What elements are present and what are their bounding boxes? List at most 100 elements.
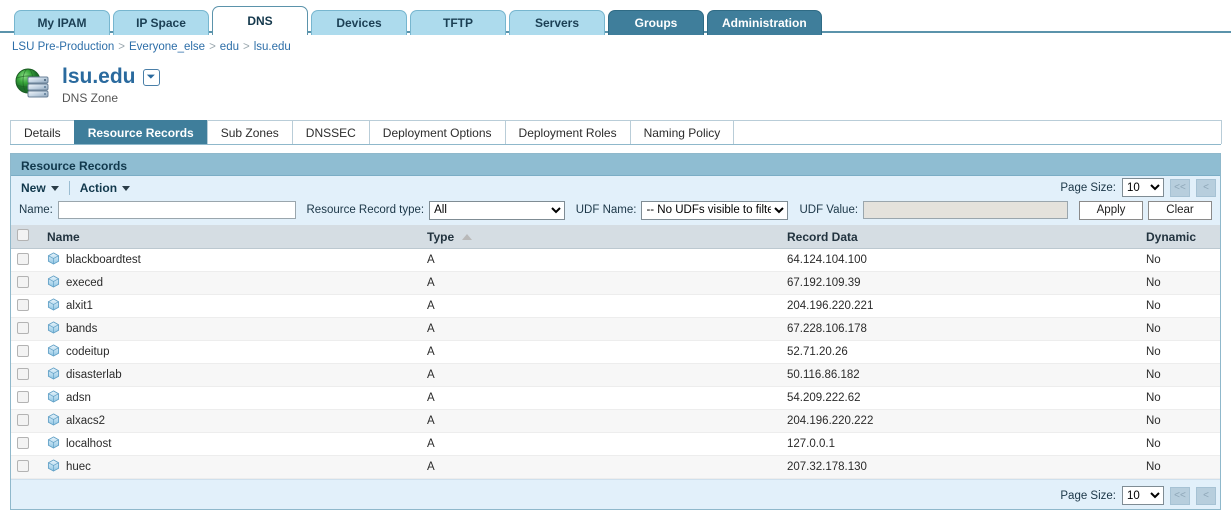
main-tab-tftp[interactable]: TFTP: [410, 10, 506, 35]
cell-name: alxacs2: [41, 409, 421, 433]
table-row[interactable]: execed A 67.192.109.39 No: [11, 271, 1220, 295]
main-tab-dns[interactable]: DNS: [212, 6, 308, 35]
udf-name-select[interactable]: -- No UDFs visible to filter: [641, 200, 789, 220]
cell-record-data: 204.196.220.222: [781, 409, 1140, 433]
sub-tab-deployment-roles[interactable]: Deployment Roles: [504, 120, 631, 144]
main-tab-my-ipam[interactable]: My IPAM: [14, 10, 110, 35]
record-name-label[interactable]: localhost: [66, 438, 111, 450]
sub-tab-details[interactable]: Details: [10, 120, 75, 144]
main-tab-bar: My IPAM IP Space DNS Devices TFTP Servers Grou…: [0, 0, 1231, 35]
record-name-label[interactable]: codeitup: [66, 346, 109, 358]
breadcrumb-separator: >: [209, 41, 216, 53]
prev-page-button-bottom[interactable]: <: [1196, 486, 1216, 505]
row-checkbox[interactable]: [17, 367, 29, 380]
cell-type: A: [421, 432, 781, 456]
table-row[interactable]: bands A 67.228.106.178 No: [11, 317, 1220, 341]
page-size-select-top[interactable]: 102550100: [1122, 178, 1164, 197]
record-name-label[interactable]: alxacs2: [66, 415, 105, 427]
table-row[interactable]: disasterlab A 50.116.86.182 No: [11, 363, 1220, 387]
cell-dynamic: No: [1140, 294, 1220, 318]
clear-button[interactable]: Clear: [1148, 200, 1213, 220]
row-checkbox[interactable]: [17, 275, 29, 288]
resource-record-icon: [47, 436, 60, 452]
row-checkbox[interactable]: [17, 252, 29, 265]
table-row[interactable]: huec A 207.32.178.130 No: [11, 455, 1220, 479]
breadcrumb-separator: >: [118, 41, 125, 53]
record-type-select[interactable]: AllAAAAACNAMEMXNSPTRSRVTXT: [429, 200, 565, 220]
row-checkbox[interactable]: [17, 436, 29, 449]
cell-name: bands: [41, 317, 421, 341]
resource-records-panel: Resource Records New Action Page Size: 1…: [10, 153, 1221, 510]
first-page-button-bottom[interactable]: <<: [1170, 486, 1190, 505]
row-checkbox[interactable]: [17, 390, 29, 403]
name-filter-input[interactable]: [57, 201, 296, 219]
udf-value-input: [863, 201, 1069, 219]
table-row[interactable]: blackboardtest A 64.124.104.100 No: [11, 248, 1220, 272]
table-header-row: Name Type Record Data Dynamic: [11, 225, 1220, 249]
cell-type: A: [421, 409, 781, 433]
chevron-double-down-icon[interactable]: ⏷: [142, 68, 160, 86]
breadcrumb-item-0[interactable]: LSU Pre-Production: [12, 41, 114, 53]
main-tab-administration[interactable]: Administration: [707, 10, 822, 35]
record-name-label[interactable]: alxit1: [66, 300, 93, 312]
sub-tab-deployment-options[interactable]: Deployment Options: [368, 120, 506, 144]
main-tab-devices[interactable]: Devices: [311, 10, 407, 35]
row-checkbox[interactable]: [17, 459, 29, 472]
record-name-label[interactable]: bands: [66, 323, 97, 335]
table-row[interactable]: adsn A 54.209.222.62 No: [11, 386, 1220, 410]
cell-name: adsn: [41, 386, 421, 410]
record-name-label[interactable]: blackboardtest: [66, 254, 141, 266]
chevron-down-icon: [122, 185, 131, 191]
first-page-button-top[interactable]: <<: [1170, 178, 1190, 197]
table-row[interactable]: codeitup A 52.71.20.26 No: [11, 340, 1220, 364]
chevron-down-icon: [50, 185, 59, 191]
cell-dynamic: No: [1140, 386, 1220, 410]
sub-tab-sub-zones[interactable]: Sub Zones: [206, 120, 293, 144]
new-menu-button[interactable]: New: [19, 181, 67, 195]
cell-record-data: 64.124.104.100: [781, 248, 1140, 272]
prev-page-button-top[interactable]: <: [1196, 178, 1216, 197]
page-title-block: lsu.edu ⏷ DNS Zone: [0, 57, 1231, 109]
column-header-dynamic[interactable]: Dynamic: [1140, 225, 1220, 249]
name-filter-label: Name:: [19, 204, 53, 216]
cell-name: disasterlab: [41, 363, 421, 387]
breadcrumb-item-2[interactable]: edu: [220, 41, 239, 53]
table-row[interactable]: localhost A 127.0.0.1 No: [11, 432, 1220, 456]
row-checkbox[interactable]: [17, 321, 29, 334]
column-header-dynamic-label: Dynamic: [1146, 229, 1197, 244]
record-name-label[interactable]: disasterlab: [66, 369, 122, 381]
column-header-name[interactable]: Name: [41, 225, 421, 249]
breadcrumb-item-1[interactable]: Everyone_else: [129, 41, 205, 53]
column-header-record-data[interactable]: Record Data: [781, 225, 1140, 249]
record-name-label[interactable]: huec: [66, 461, 91, 473]
record-name-label[interactable]: execed: [66, 277, 103, 289]
page-title: lsu.edu: [62, 65, 136, 88]
apply-button[interactable]: Apply: [1079, 200, 1144, 220]
page-title-text-group: lsu.edu ⏷ DNS Zone: [62, 65, 160, 105]
table-row[interactable]: alxacs2 A 204.196.220.222 No: [11, 409, 1220, 433]
cell-type: A: [421, 363, 781, 387]
main-tab-groups[interactable]: Groups: [608, 10, 704, 35]
row-checkbox[interactable]: [17, 344, 29, 357]
resource-record-icon: [47, 321, 60, 337]
breadcrumb-item-3[interactable]: lsu.edu: [254, 41, 291, 53]
page-size-select-bottom[interactable]: 102550100: [1122, 486, 1164, 505]
row-checkbox[interactable]: [17, 298, 29, 311]
select-all-checkbox[interactable]: [17, 229, 29, 241]
table-row[interactable]: alxit1 A 204.196.220.221 No: [11, 294, 1220, 318]
sub-tab-resource-records[interactable]: Resource Records: [73, 120, 208, 144]
sub-tab-dnssec[interactable]: DNSSEC: [291, 120, 370, 144]
action-menu-button[interactable]: Action: [78, 181, 138, 195]
row-select-cell: [11, 386, 41, 410]
cell-dynamic: No: [1140, 248, 1220, 272]
row-checkbox[interactable]: [17, 413, 29, 426]
column-header-type[interactable]: Type: [421, 225, 781, 249]
table-head: Name Type Record Data Dynamic: [11, 225, 1220, 249]
record-name-label[interactable]: adsn: [66, 392, 91, 404]
row-select-cell: [11, 363, 41, 387]
sub-tab-naming-policy[interactable]: Naming Policy: [629, 120, 735, 144]
main-tab-servers[interactable]: Servers: [509, 10, 605, 35]
panel-header: Resource Records: [11, 154, 1220, 176]
cell-dynamic: No: [1140, 455, 1220, 479]
main-tab-ip-space[interactable]: IP Space: [113, 10, 209, 35]
